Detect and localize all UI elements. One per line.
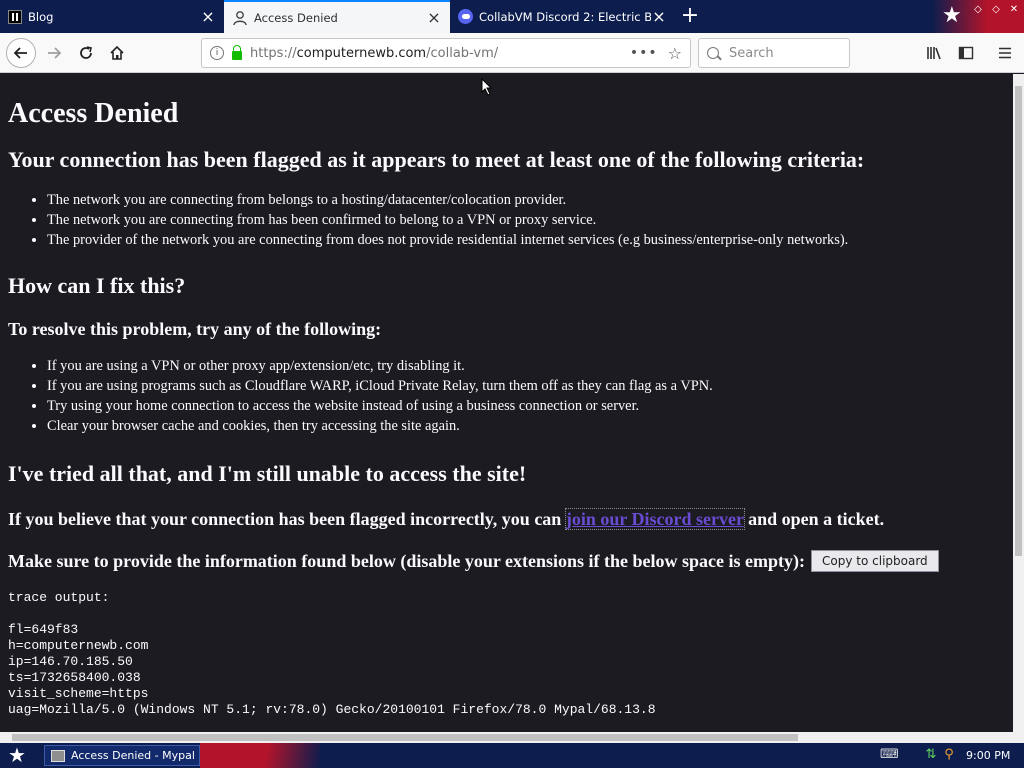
taskbar-window-button[interactable]: Access Denied - Mypal	[44, 745, 200, 766]
sidebar-icon[interactable]	[958, 45, 974, 61]
reload-button[interactable]	[72, 39, 100, 67]
library-icon[interactable]	[926, 45, 942, 61]
list-item: Try using your home connection to access…	[47, 396, 1005, 416]
tab-title: Access Denied	[254, 10, 338, 25]
url-prefix: https://	[250, 45, 297, 61]
provide-info-text: Make sure to provide the information fou…	[8, 550, 1005, 572]
scroll-corner	[1013, 732, 1024, 743]
star-icon: ★	[942, 3, 962, 28]
forward-arrow-icon	[48, 47, 62, 59]
keyboard-icon[interactable]: ⌨	[880, 748, 899, 762]
reload-icon	[80, 46, 92, 59]
list-item: If you are using a VPN or other proxy ap…	[47, 356, 1005, 376]
flagged-before-text: If you believe that your connection has …	[8, 509, 566, 529]
close-tab-icon[interactable]: ×	[651, 8, 667, 25]
url-path: /collab-vm/	[426, 45, 499, 61]
bookmark-star-icon[interactable]: ☆	[668, 44, 682, 63]
maximize-icon[interactable]: ◇	[990, 4, 1002, 16]
tab-strip: Blog × Access Denied × CollabVM Discord …	[0, 0, 1024, 33]
criteria-heading: Your connection has been flagged as it a…	[8, 147, 865, 172]
list-item: The provider of the network you are conn…	[47, 230, 1005, 250]
criteria-list: The network you are connecting from belo…	[47, 190, 1005, 250]
taskbar-flag-decoration	[200, 743, 320, 768]
flagged-after-text: and open a ticket.	[743, 509, 885, 529]
discord-favicon-icon	[458, 9, 473, 24]
minimize-icon[interactable]: ◇	[972, 4, 984, 16]
start-star-icon[interactable]: ★	[6, 744, 28, 766]
fix-heading: How can I fix this?	[8, 273, 186, 298]
taskbar-window-label: Access Denied - Mypal	[71, 749, 195, 762]
window-icon	[51, 749, 65, 762]
resolve-heading: To resolve this problem, try any of the …	[8, 319, 382, 339]
tab-access-denied[interactable]: Access Denied ×	[224, 0, 450, 33]
search-tray-icon[interactable]: ⚲	[942, 748, 956, 762]
home-button[interactable]	[103, 39, 131, 67]
copy-to-clipboard-button[interactable]: Copy to clipboard	[811, 550, 939, 572]
list-item: If you are using programs such as Cloudf…	[47, 376, 1005, 396]
close-window-icon[interactable]: ✕	[1008, 4, 1020, 16]
mouse-cursor-icon	[481, 78, 493, 96]
new-tab-plus-icon[interactable]: +	[680, 5, 700, 27]
taskbar: ★ Access Denied - Mypal ⌨ ⇅ ⚲ 9:00 PM	[0, 743, 1024, 768]
clock: 9:00 PM	[966, 749, 1011, 762]
network-icon[interactable]: ⇅	[924, 748, 938, 762]
trace-output: trace output: fl=649f83 h=computernewb.c…	[8, 590, 656, 717]
tried-heading: I've tried all that, and I'm still unabl…	[8, 461, 527, 486]
tab-title: CollabVM Discord 2: Electric Booga	[479, 9, 651, 24]
flagged-incorrectly-text: If you believe that your connection has …	[8, 508, 1005, 530]
page-content: Access Denied Your connection has been f…	[0, 74, 1013, 732]
back-arrow-icon	[13, 47, 27, 59]
home-icon	[110, 45, 124, 60]
vertical-scroll-thumb[interactable]	[1015, 86, 1022, 556]
tab-blog[interactable]: Blog ×	[0, 0, 224, 33]
close-tab-icon[interactable]: ×	[426, 9, 442, 26]
provide-info-label: Make sure to provide the information fou…	[8, 551, 806, 571]
horizontal-scroll-thumb[interactable]	[12, 734, 798, 741]
search-placeholder: Search	[729, 45, 774, 61]
tab-title: Blog	[28, 9, 54, 24]
lock-icon[interactable]	[232, 44, 242, 60]
horizontal-scrollbar[interactable]	[0, 732, 1013, 743]
person-favicon-icon	[233, 10, 247, 25]
search-icon	[707, 47, 719, 59]
info-icon[interactable]: i	[210, 46, 224, 60]
vertical-scrollbar[interactable]	[1013, 74, 1024, 732]
discord-link[interactable]: join our Discord server	[564, 508, 745, 530]
nav-toolbar: i https://computernewb.com/collab-vm/ ••…	[0, 33, 1024, 73]
list-item: Clear your browser cache and cookies, th…	[47, 416, 1005, 436]
fixes-list: If you are using a VPN or other proxy ap…	[47, 356, 1005, 436]
list-item: The network you are connecting from belo…	[47, 190, 1005, 210]
blog-favicon-icon	[8, 9, 22, 24]
page-title: Access Denied	[8, 98, 179, 129]
list-item: The network you are connecting from has …	[47, 210, 1005, 230]
url-host: computernewb.com	[296, 45, 427, 61]
url-bar[interactable]: i https://computernewb.com/collab-vm/ ••…	[201, 38, 691, 68]
page-actions-icon[interactable]: •••	[630, 45, 658, 61]
tab-collabvm-discord[interactable]: CollabVM Discord 2: Electric Booga ×	[450, 0, 675, 33]
menu-hamburger-icon[interactable]	[997, 45, 1013, 61]
url-text[interactable]: https://computernewb.com/collab-vm/	[250, 46, 630, 61]
search-input[interactable]: Search	[698, 38, 850, 68]
forward-button[interactable]	[40, 39, 68, 67]
close-tab-icon[interactable]: ×	[200, 8, 216, 25]
back-button[interactable]	[6, 38, 36, 68]
